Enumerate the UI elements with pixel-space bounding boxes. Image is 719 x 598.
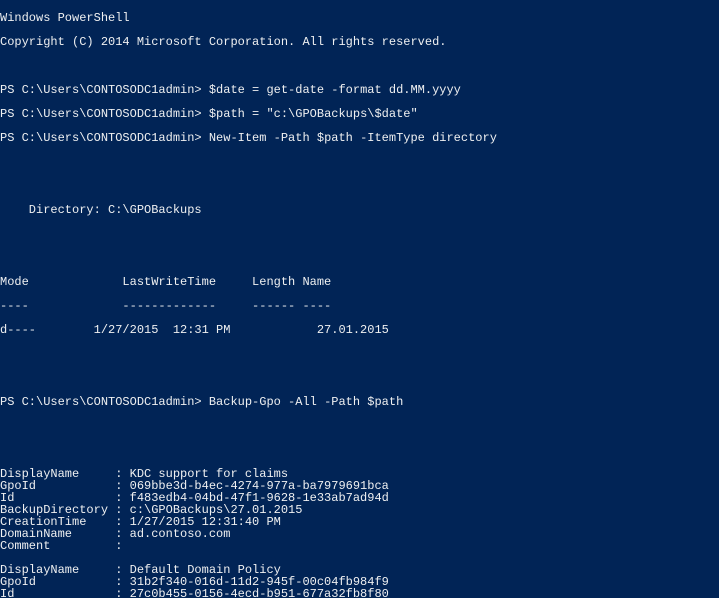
- cmd: Backup-Gpo -All -Path $path: [209, 395, 403, 409]
- powershell-terminal[interactable]: Windows PowerShell Copyright (C) 2014 Mi…: [0, 0, 719, 598]
- blank: [0, 252, 719, 264]
- blank: [0, 228, 719, 240]
- blank: [0, 156, 719, 168]
- prompt: PS C:\Users\CONTOSODC1admin>: [0, 131, 209, 145]
- prompt: PS C:\Users\CONTOSODC1admin>: [0, 83, 209, 97]
- prompt: PS C:\Users\CONTOSODC1admin>: [0, 107, 209, 121]
- result-comment: Comment :: [0, 540, 719, 552]
- prompt: PS C:\Users\CONTOSODC1admin>: [0, 395, 209, 409]
- blank: [0, 348, 719, 360]
- cmd: New-Item -Path $path -ItemType directory: [209, 131, 497, 145]
- blank: [0, 444, 719, 456]
- dir-dash: ---- ------------- ------ ----: [0, 300, 719, 312]
- blank: [0, 180, 719, 192]
- backup-results: DisplayName : KDC support for claimsGpoI…: [0, 468, 719, 598]
- result-id: Id : 27c0b455-0156-4ecd-b951-677a32fb8f8…: [0, 588, 719, 598]
- directory-line: Directory: C:\GPOBackups: [0, 204, 719, 216]
- blank: [0, 420, 719, 432]
- blank: [0, 60, 719, 72]
- dir-header: Mode LastWriteTime Length Name: [0, 276, 719, 288]
- cmd-line-2: PS C:\Users\CONTOSODC1admin> $path = "c:…: [0, 108, 719, 120]
- cmd-line-3: PS C:\Users\CONTOSODC1admin> New-Item -P…: [0, 132, 719, 144]
- ps-title: Windows PowerShell: [0, 12, 719, 24]
- cmd-line-4: PS C:\Users\CONTOSODC1admin> Backup-Gpo …: [0, 396, 719, 408]
- cmd-line-1: PS C:\Users\CONTOSODC1admin> $date = get…: [0, 84, 719, 96]
- blank: [0, 372, 719, 384]
- dir-row: d---- 1/27/2015 12:31 PM 27.01.2015: [0, 324, 719, 336]
- cmd: $path = "c:\GPOBackups\$date": [209, 107, 418, 121]
- cmd: $date = get-date -format dd.MM.yyyy: [209, 83, 461, 97]
- ps-copyright: Copyright (C) 2014 Microsoft Corporation…: [0, 36, 719, 48]
